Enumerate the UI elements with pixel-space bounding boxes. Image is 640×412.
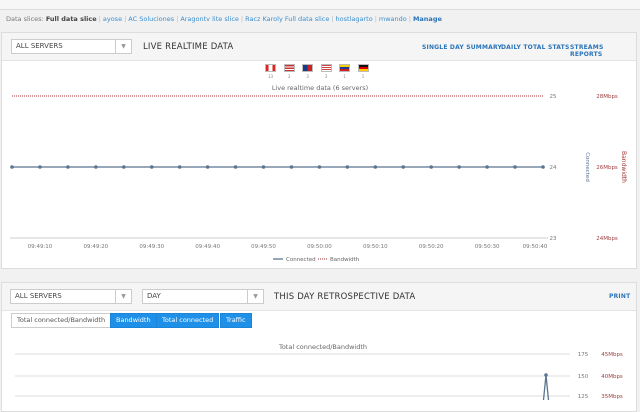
- x-tick: 09:49:10: [28, 244, 53, 250]
- y-left-tick: 175: [578, 352, 589, 358]
- y-right-tick: 26Mbps: [596, 165, 618, 171]
- chevron-down-icon: ▼: [247, 290, 263, 303]
- connected-point: [261, 165, 266, 169]
- connected-point: [233, 165, 238, 169]
- total-connected-tab[interactable]: Total connected: [156, 313, 220, 328]
- live-chart: Live realtime data (6 servers) 25 24 23 28Mb…: [10, 84, 627, 263]
- connected-point: [541, 165, 545, 169]
- connected-point: [205, 165, 210, 169]
- y-right-label: Bandwidth: [620, 151, 627, 183]
- bandwidth-tab[interactable]: Bandwidth: [110, 313, 157, 328]
- server-select[interactable]: ALL SERVERS ▼: [10, 289, 132, 304]
- x-tick: 09:49:30: [139, 244, 164, 250]
- connected-point: [429, 165, 434, 169]
- x-tick: 09:50:40: [523, 244, 548, 250]
- x-tick: 09:50:00: [307, 244, 332, 250]
- total-connected-bandwidth-tab[interactable]: Total connected/Bandwidth: [11, 313, 112, 328]
- connected-point: [149, 165, 154, 169]
- connected-point: [177, 165, 182, 169]
- day-chart: Total connected/Bandwidth 175 45Mbps 150 40M…: [15, 343, 623, 400]
- chart-title: Live realtime data (6 servers): [272, 84, 368, 92]
- period-select[interactable]: DAY ▼: [142, 289, 264, 304]
- x-tick: 09:49:20: [83, 244, 108, 250]
- y-left-label: Connected: [584, 152, 590, 182]
- connected-point: [457, 165, 461, 169]
- connected-point: [121, 165, 126, 169]
- y-left-tick: 23: [550, 236, 557, 242]
- x-tick: 09:49:50: [251, 244, 276, 250]
- y-right-tick: 40Mbps: [601, 374, 623, 380]
- chevron-down-icon: ▼: [115, 290, 131, 303]
- y-right-tick: 45Mbps: [601, 352, 623, 358]
- panel-title: THIS DAY RETROSPECTIVE DATA: [274, 292, 416, 302]
- connected-point: [401, 165, 406, 169]
- connected-point: [10, 165, 14, 169]
- y-left-tick: 125: [578, 394, 589, 400]
- y-left-tick: 24: [550, 165, 557, 171]
- traffic-tab[interactable]: Traffic: [220, 313, 252, 328]
- y-right-tick: 35Mbps: [601, 394, 623, 400]
- chart-title: Total connected/Bandwidth: [278, 343, 367, 351]
- y-right-tick: 24Mbps: [596, 236, 618, 242]
- legend-connected: Connected: [286, 257, 316, 263]
- x-tick: 09:49:40: [195, 244, 220, 250]
- x-tick: 09:50:10: [363, 244, 388, 250]
- connected-point: [485, 165, 489, 169]
- y-left-tick: 150: [578, 374, 589, 380]
- y-right-tick: 28Mbps: [596, 94, 618, 100]
- connected-point: [66, 165, 70, 169]
- connected-point: [38, 165, 42, 169]
- connected-point: [289, 165, 294, 169]
- print-link[interactable]: PRINT: [609, 293, 630, 300]
- y-left-tick: 25: [550, 94, 557, 100]
- x-tick: 09:50:30: [475, 244, 500, 250]
- connected-point: [544, 373, 548, 377]
- x-tick: 09:50:20: [419, 244, 444, 250]
- connected-point: [345, 165, 350, 169]
- legend-bandwidth: Bandwidth: [330, 257, 360, 263]
- connected-point: [94, 165, 98, 169]
- connected-point: [317, 165, 322, 169]
- connected-point: [373, 165, 378, 169]
- connected-point: [513, 165, 517, 169]
- day-panel-header: ALL SERVERS ▼ DAY ▼ THIS DAY RETROSPECTIVE…: [2, 283, 636, 311]
